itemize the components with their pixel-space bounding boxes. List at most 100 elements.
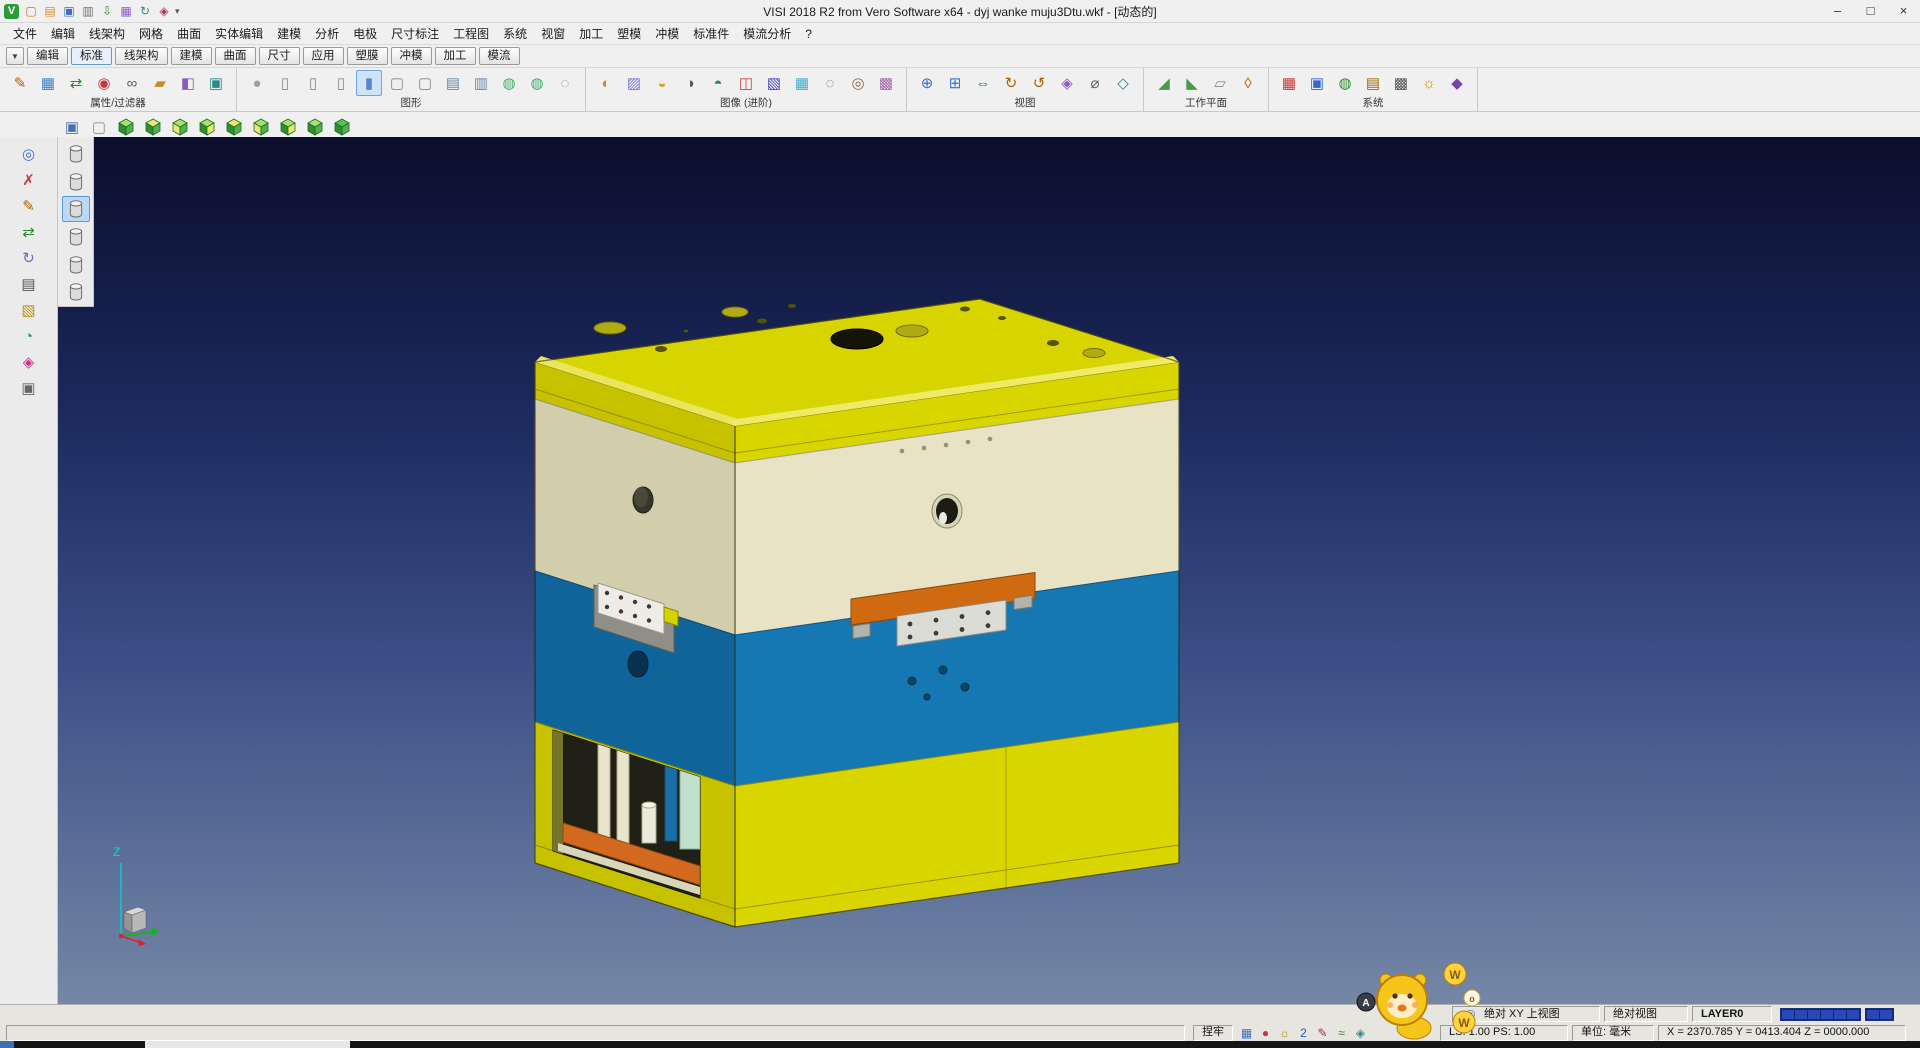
import-icon[interactable]: ⇩ bbox=[98, 2, 116, 20]
wireframe-icon[interactable]: ◌ bbox=[552, 70, 578, 96]
top-view-icon[interactable] bbox=[141, 115, 165, 139]
stack-icon[interactable]: ▤ bbox=[440, 70, 466, 96]
options-icon[interactable]: ▣ bbox=[17, 376, 41, 400]
menu-item-7[interactable]: 建模 bbox=[270, 24, 308, 44]
filter-point-icon[interactable]: ◉ bbox=[91, 70, 117, 96]
maximize-button[interactable]: □ bbox=[1854, 0, 1887, 22]
menu-item-11[interactable]: 工程图 bbox=[446, 24, 496, 44]
menu-item-6[interactable]: 实体编辑 bbox=[208, 24, 270, 44]
back-view-icon[interactable] bbox=[222, 115, 246, 139]
close-button[interactable]: × bbox=[1887, 0, 1920, 22]
filter-face-icon[interactable]: ▦ bbox=[35, 70, 61, 96]
bottom-view-icon[interactable] bbox=[276, 115, 300, 139]
cylinder2-icon[interactable]: ◍ bbox=[524, 70, 550, 96]
tab-2[interactable]: 标准 bbox=[71, 47, 112, 65]
zoom-select-icon[interactable]: ◎ bbox=[17, 142, 41, 166]
menu-item-14[interactable]: 加工 bbox=[572, 24, 610, 44]
material-icon[interactable]: ◓ bbox=[705, 70, 731, 96]
axonometric-view-icon[interactable] bbox=[303, 115, 327, 139]
iso-view-icon[interactable] bbox=[114, 115, 138, 139]
layer-colors-icon[interactable]: ▦ bbox=[1276, 70, 1302, 96]
matrix-icon[interactable]: ▩ bbox=[1388, 70, 1414, 96]
tab-4[interactable]: 建模 bbox=[171, 47, 212, 65]
surfaces-db-icon[interactable] bbox=[62, 169, 90, 195]
workplane-iso-icon[interactable]: ◣ bbox=[1179, 70, 1205, 96]
workplane-xy-icon[interactable]: ◢ bbox=[1151, 70, 1177, 96]
wave-icon[interactable]: ≈ bbox=[1332, 1025, 1351, 1041]
capture-icon[interactable]: ▦ bbox=[117, 2, 135, 20]
tab-5[interactable]: 曲面 bbox=[215, 47, 256, 65]
menu-item-15[interactable]: 塑模 bbox=[610, 24, 648, 44]
eraser-icon[interactable]: ▰ bbox=[147, 70, 173, 96]
blank-view-icon[interactable]: ▢ bbox=[87, 115, 111, 139]
rotate-icon[interactable]: ↻ bbox=[17, 246, 41, 270]
menu-item-8[interactable]: 分析 bbox=[308, 24, 346, 44]
point-icon[interactable]: ◈ bbox=[17, 350, 41, 374]
shaded-view-icon[interactable]: ▮ bbox=[356, 70, 382, 96]
macro-icon[interactable]: ◈ bbox=[155, 2, 173, 20]
graphics-bar1-icon[interactable]: ▯ bbox=[272, 70, 298, 96]
tab-8[interactable]: 塑膜 bbox=[347, 47, 388, 65]
redraw-icon[interactable]: ◇ bbox=[1110, 70, 1136, 96]
tab-7[interactable]: 应用 bbox=[303, 47, 344, 65]
brightness-icon[interactable]: ☼ bbox=[1416, 70, 1442, 96]
doc-view2-icon[interactable]: ▢ bbox=[412, 70, 438, 96]
doc-view-icon[interactable]: ▢ bbox=[384, 70, 410, 96]
graphics-bar2-icon[interactable]: ▯ bbox=[300, 70, 326, 96]
menu-item-2[interactable]: 编辑 bbox=[44, 24, 82, 44]
ball-snap-icon[interactable]: ● bbox=[1256, 1025, 1275, 1041]
system-globe-icon[interactable]: ◍ bbox=[1332, 70, 1358, 96]
measure-icon[interactable]: ⌀ bbox=[1082, 70, 1108, 96]
layers-icon[interactable]: ▤ bbox=[17, 272, 41, 296]
front-view-icon[interactable] bbox=[168, 115, 192, 139]
texture-icon[interactable]: ▨ bbox=[621, 70, 647, 96]
menu-item-16[interactable]: 冲模 bbox=[648, 24, 686, 44]
mold-model[interactable] bbox=[535, 299, 1179, 927]
rotate-view-icon[interactable]: ↻ bbox=[998, 70, 1024, 96]
grid-snap-icon[interactable]: ▦ bbox=[1237, 1025, 1256, 1041]
mold-right-faces[interactable] bbox=[735, 362, 1179, 927]
sphere-shade-icon[interactable]: ● bbox=[244, 70, 270, 96]
menu-item-1[interactable]: 文件 bbox=[6, 24, 44, 44]
filter-edge-icon[interactable]: ⇄ bbox=[63, 70, 89, 96]
menu-item-4[interactable]: 网格 bbox=[132, 24, 170, 44]
light-icon[interactable]: ◒ bbox=[649, 70, 675, 96]
save-icon[interactable]: ▣ bbox=[60, 2, 78, 20]
erase-icon[interactable]: ✗ bbox=[17, 168, 41, 192]
section-icon[interactable]: ◫ bbox=[733, 70, 759, 96]
tab-9[interactable]: 冲模 bbox=[391, 47, 432, 65]
desktop-mascot[interactable]: A W o W bbox=[1352, 958, 1502, 1042]
previous-view-icon[interactable]: ↺ bbox=[1026, 70, 1052, 96]
tab-3[interactable]: 线架构 bbox=[115, 47, 168, 65]
open-file-icon[interactable]: ▤ bbox=[41, 2, 59, 20]
arc-icon[interactable]: ◔ bbox=[17, 324, 41, 348]
workplane-custom-icon[interactable]: ▱ bbox=[1207, 70, 1233, 96]
meshes-db-icon[interactable] bbox=[62, 252, 90, 278]
brightness-icon[interactable]: ☼ bbox=[1275, 1025, 1294, 1041]
shaded-cube-icon[interactable] bbox=[330, 115, 354, 139]
drawings-db-icon[interactable] bbox=[62, 279, 90, 305]
tab-1[interactable]: 编辑 bbox=[27, 47, 68, 65]
points-db-icon[interactable] bbox=[62, 224, 90, 250]
link-icon[interactable]: ∞ bbox=[119, 70, 145, 96]
quick-access-dropdown-icon[interactable]: ▾ bbox=[175, 6, 180, 17]
new-file-icon[interactable]: ▢ bbox=[22, 2, 40, 20]
pen-icon[interactable]: ✎ bbox=[1313, 1025, 1332, 1041]
slope-icon[interactable]: ◆ bbox=[1444, 70, 1470, 96]
select-color-icon[interactable]: ▣ bbox=[203, 70, 229, 96]
menu-item-9[interactable]: 电极 bbox=[346, 24, 384, 44]
zoom-window-icon[interactable]: ⊞ bbox=[942, 70, 968, 96]
graphics-bar3-icon[interactable]: ▯ bbox=[328, 70, 354, 96]
move-icon[interactable]: ⇄ bbox=[17, 220, 41, 244]
solids-db-icon[interactable] bbox=[62, 141, 90, 167]
screen-layout-icon[interactable]: ▣ bbox=[60, 115, 84, 139]
absolute-view-panel[interactable]: 绝对视图 bbox=[1604, 1006, 1688, 1022]
attributes-pencil-icon[interactable]: ✎ bbox=[7, 70, 33, 96]
stack2-icon[interactable]: ▥ bbox=[468, 70, 494, 96]
paint-icon[interactable]: ◧ bbox=[175, 70, 201, 96]
calculator-icon[interactable]: ▤ bbox=[1360, 70, 1386, 96]
taskbar-app-sliver[interactable] bbox=[145, 1041, 350, 1048]
render-icon[interactable]: ◐ bbox=[593, 70, 619, 96]
zoom-fit-icon[interactable]: ⊕ bbox=[914, 70, 940, 96]
photo-icon[interactable]: ▦ bbox=[789, 70, 815, 96]
